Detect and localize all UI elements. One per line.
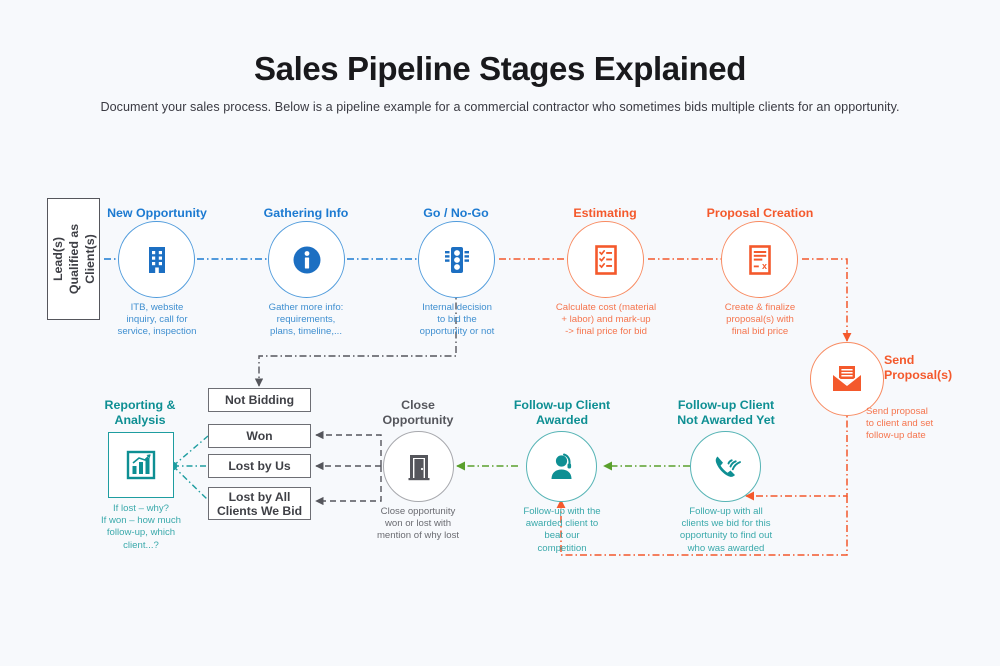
node-reporting-analysis[interactable] [108, 432, 174, 498]
caption-new-opportunity: ITB, website inquiry, call for service, in… [117, 302, 197, 338]
outcome-lost-by-all-line2: Clients We Bid [216, 503, 303, 518]
start-box-label: Lead(s) Qualified as Client(s) [50, 223, 97, 295]
information-icon [293, 246, 320, 273]
envelope-icon [832, 366, 862, 391]
label-reporting-analysis: Reporting & Analysis [104, 398, 176, 427]
outcome-box-not-bidding[interactable]: Not Bidding [208, 388, 311, 412]
label-proposal-creation: Proposal Creation [706, 206, 814, 220]
checklist-icon [594, 244, 617, 275]
label-send-proposals: Send Proposal(s) [884, 353, 953, 382]
caption-estimating: Calculate cost (material + labor) and mar… [555, 302, 657, 338]
document-sign-icon: x [748, 244, 771, 275]
caption-gathering-info: Gather more info: requirements, plans, tim… [268, 302, 344, 338]
label-new-opportunity: New Opportunity [107, 206, 207, 220]
label-close-opportunity: Close Opportunity [382, 398, 454, 427]
caption-reporting-analysis: If lost – why? If won – how much follow-up… [101, 503, 181, 551]
label-follow-up-awarded: Follow-up Client Awarded [513, 398, 611, 427]
caption-close-opportunity: Close opportunity won or lost with mention… [376, 506, 460, 542]
label-go-no-go: Go / No-Go [423, 206, 489, 220]
svg-text:x: x [762, 261, 767, 271]
node-gathering-info[interactable] [268, 221, 345, 298]
node-send-proposals[interactable] [810, 342, 884, 416]
office-building-icon [148, 246, 165, 273]
outcome-lost-by-all-line1: Lost by All [228, 489, 291, 504]
outcome-box-lost-by-all[interactable]: Lost by All Clients We Bid [208, 487, 311, 520]
label-follow-up-not-awarded: Follow-up Client Not Awarded Yet [677, 398, 775, 427]
caption-follow-up-not-awarded: Follow-up with all clients we bid for thi… [679, 506, 773, 554]
outcome-box-won[interactable]: Won [208, 424, 311, 448]
traffic-light-icon [444, 246, 469, 273]
node-estimating[interactable] [567, 221, 644, 298]
bar-chart-icon [126, 450, 156, 480]
label-gathering-info: Gathering Info [263, 206, 349, 220]
node-close-opportunity[interactable] [383, 431, 454, 502]
node-follow-up-not-awarded[interactable] [690, 431, 761, 502]
node-new-opportunity[interactable] [118, 221, 195, 298]
headset-agent-icon [551, 453, 571, 479]
phone-ringing-icon [715, 456, 741, 477]
node-go-no-go[interactable] [418, 221, 495, 298]
node-proposal-creation[interactable]: x [721, 221, 798, 298]
caption-go-no-go: Internal decision to bid the opportunity o… [419, 302, 495, 338]
caption-follow-up-awarded: Follow-up with the awarded client to beat … [523, 506, 601, 554]
caption-send-proposals: Send proposal to client and set follow-up … [866, 406, 934, 442]
outcome-box-lost-by-us[interactable]: Lost by Us [208, 454, 311, 478]
caption-proposal-creation: Create & finalize proposal(s) with final b… [724, 302, 796, 338]
label-estimating: Estimating [573, 206, 637, 220]
door-icon [408, 454, 429, 480]
diagram-canvas: Sales Pipeline Stages Explained Document… [0, 0, 1000, 666]
node-follow-up-awarded[interactable] [526, 431, 597, 502]
